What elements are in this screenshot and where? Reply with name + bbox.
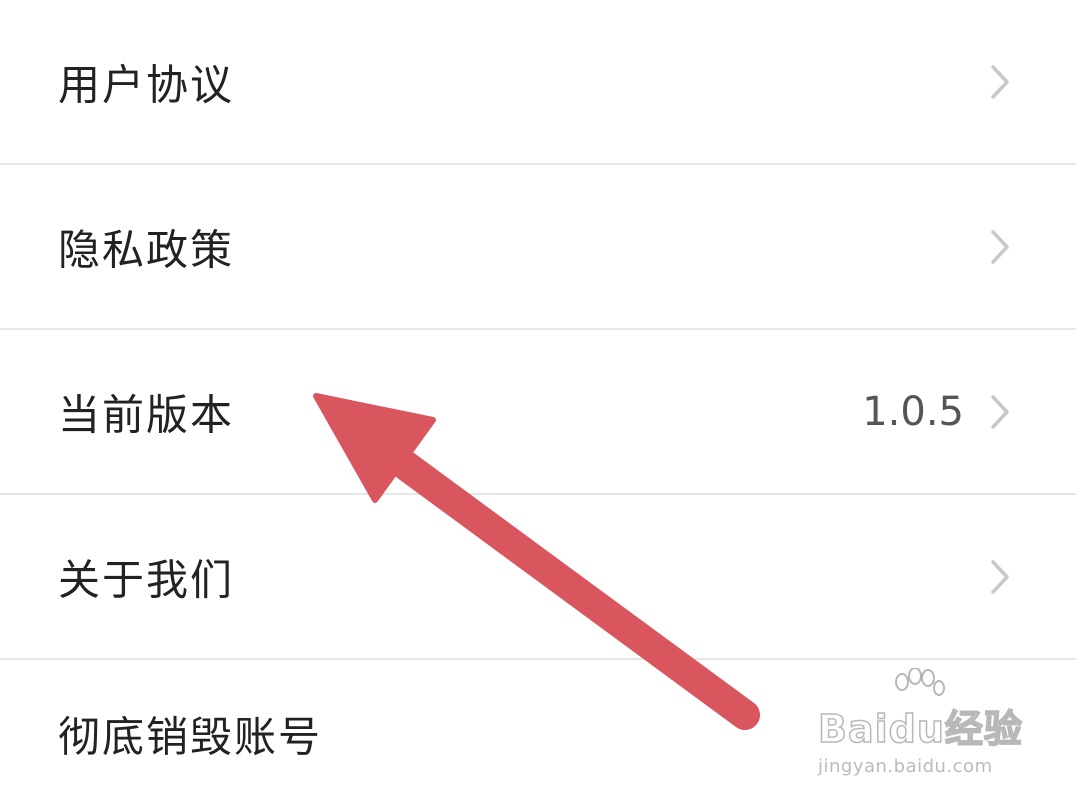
settings-row-delete-account[interactable]: 彻底销毁账号	[0, 660, 1076, 808]
settings-row-label: 关于我们	[58, 555, 235, 604]
settings-row-label: 彻底销毁账号	[58, 712, 323, 762]
chevron-right-icon	[991, 394, 1009, 429]
version-value: 1.0.5	[862, 388, 964, 435]
settings-row-current-version[interactable]: 当前版本 1.0.5	[0, 330, 1076, 495]
settings-row-label: 当前版本	[58, 390, 235, 439]
chevron-right-icon	[991, 559, 1009, 594]
settings-row-user-agreement[interactable]: 用户协议	[0, 0, 1076, 165]
chevron-right-icon	[991, 229, 1009, 264]
settings-row-label: 隐私政策	[58, 225, 235, 274]
settings-list: 用户协议 隐私政策 当前版本 1.0.5 关于我们 彻底销毁账号	[0, 0, 1076, 808]
chevron-right-icon	[991, 64, 1009, 99]
settings-row-about-us[interactable]: 关于我们	[0, 495, 1076, 660]
settings-row-label: 用户协议	[58, 60, 235, 109]
settings-row-privacy-policy[interactable]: 隐私政策	[0, 165, 1076, 330]
